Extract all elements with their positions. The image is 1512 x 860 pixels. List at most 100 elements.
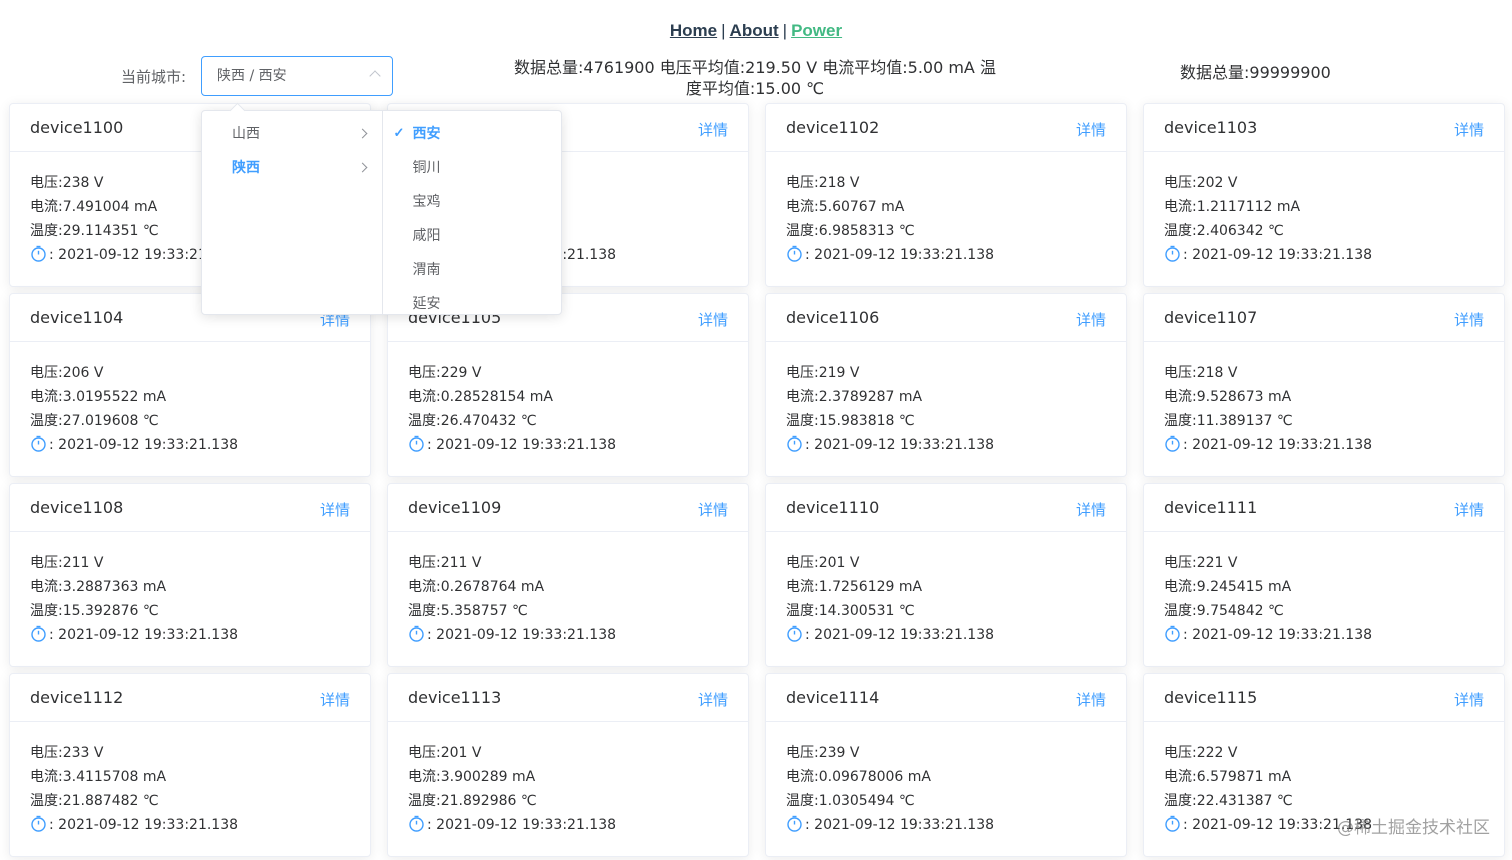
city-option-label: 咸阳	[412, 228, 441, 244]
city-option[interactable]: 延安	[383, 287, 562, 321]
time-separator: :	[1183, 247, 1188, 263]
current-row: 电流:5.60767 mA	[786, 195, 1106, 219]
detail-link[interactable]: 详情	[1454, 499, 1484, 520]
detail-link[interactable]: 详情	[320, 689, 350, 710]
card-header: device1108 详情	[10, 484, 370, 532]
detail-link[interactable]: 详情	[698, 119, 728, 140]
current-label: 电流:	[30, 579, 63, 595]
voltage-value: 239 V	[818, 745, 860, 761]
city-option-label: 铜川	[412, 160, 441, 176]
card-header: device1106 详情	[766, 294, 1126, 342]
stats-line-1: 数据总量:4761900 电压平均值:219.50 V 电流平均值:5.00 m…	[514, 58, 996, 77]
temperature-label: 温度:	[1164, 223, 1197, 239]
check-icon: ✓	[393, 126, 405, 141]
voltage-label: 电压:	[786, 365, 819, 381]
current-label: 电流:	[786, 579, 819, 595]
temperature-value: 5.358757 ℃	[440, 603, 528, 619]
temperature-row: 温度:21.892986 ℃	[408, 789, 728, 813]
detail-link[interactable]: 详情	[1076, 499, 1106, 520]
temperature-label: 温度:	[30, 603, 63, 619]
time-separator: :	[1183, 817, 1188, 833]
province-option[interactable]: 陕西	[202, 151, 382, 185]
voltage-label: 电压:	[1164, 555, 1197, 571]
temperature-value: 22.431387 ℃	[1196, 793, 1293, 809]
voltage-value: 211 V	[62, 555, 104, 571]
detail-link[interactable]: 详情	[1454, 689, 1484, 710]
device-name: device1110	[786, 498, 880, 517]
device-card: device1110 详情 电压:201 V 电流:1.7256129 mA 温度:14…	[765, 483, 1127, 667]
device-card: device1109 详情 电压:211 V 电流:0.2678764 mA 温度:5.…	[387, 483, 749, 667]
device-card: device1102 详情 电压:218 V 电流:5.60767 mA 温度:6.98…	[765, 103, 1127, 287]
current-label: 电流:	[1164, 579, 1197, 595]
card-header: device1110 详情	[766, 484, 1126, 532]
city-label: 当前城市:	[121, 68, 187, 86]
province-option[interactable]: 山西	[202, 117, 382, 151]
city-option[interactable]: 铜川	[383, 151, 562, 185]
voltage-value: 222 V	[1196, 745, 1238, 761]
city-option[interactable]: 宝鸡	[383, 185, 562, 219]
time-value: 2021-09-12 19:33:21.138	[814, 817, 995, 833]
device-name: device1104	[30, 308, 124, 327]
current-label: 电流:	[1164, 199, 1197, 215]
current-label: 电流:	[1164, 389, 1197, 405]
temperature-row: 温度:6.9858313 ℃	[786, 219, 1106, 243]
voltage-label: 电压:	[408, 745, 441, 761]
detail-link[interactable]: 详情	[1454, 309, 1484, 330]
time-row: : 2021-09-12 19:33:21.138	[408, 813, 728, 837]
card-body: 电压:219 V 电流:2.3789287 mA 温度:15.983818 ℃: 2…	[766, 342, 1126, 457]
time-value: 2021-09-12 19:33:21.138	[436, 437, 617, 453]
nav-home-link[interactable]: Home	[670, 21, 717, 40]
detail-link[interactable]: 详情	[1076, 689, 1106, 710]
temperature-label: 温度:	[30, 413, 63, 429]
voltage-label: 电压:	[30, 555, 63, 571]
detail-link[interactable]: 详情	[698, 309, 728, 330]
current-label: 电流:	[30, 199, 63, 215]
voltage-label: 电压:	[786, 745, 819, 761]
temperature-label: 温度:	[408, 793, 441, 809]
detail-link[interactable]: 详情	[1454, 119, 1484, 140]
detail-link[interactable]: 详情	[698, 499, 728, 520]
time-row: : 2021-09-12 19:33:21.138	[1164, 433, 1484, 457]
voltage-row: 电压:239 V	[786, 741, 1106, 765]
temperature-label: 温度:	[786, 223, 819, 239]
city-option[interactable]: 渭南	[383, 253, 562, 287]
device-card: device1103 详情 电压:202 V 电流:1.2117112 mA 温度:2.…	[1143, 103, 1505, 287]
detail-link[interactable]: 详情	[698, 689, 728, 710]
temperature-value: 27.019608 ℃	[62, 413, 159, 429]
time-row: : 2021-09-12 19:33:21.138	[1164, 623, 1484, 647]
stopwatch-icon	[1164, 435, 1181, 460]
nav-about-link[interactable]: About	[730, 21, 779, 40]
temperature-value: 29.114351 ℃	[62, 223, 159, 239]
device-card: device1113 详情 电压:201 V 电流:3.900289 mA 温度:21.…	[387, 673, 749, 857]
detail-link[interactable]: 详情	[1076, 119, 1106, 140]
voltage-row: 电压:206 V	[30, 361, 350, 385]
chevron-right-icon	[357, 162, 367, 173]
detail-link[interactable]: 详情	[1076, 309, 1106, 330]
current-label: 电流:	[30, 389, 63, 405]
current-row: 电流:9.528673 mA	[1164, 385, 1484, 409]
nav-power-link[interactable]: Power	[791, 21, 842, 40]
time-separator: :	[427, 627, 432, 643]
temperature-label: 温度:	[408, 603, 441, 619]
detail-link[interactable]: 详情	[320, 499, 350, 520]
voltage-label: 电压:	[786, 555, 819, 571]
province-menu: 山西陕西	[202, 111, 382, 314]
time-separator: :	[805, 627, 810, 643]
temperature-value: 9.754842 ℃	[1196, 603, 1284, 619]
time-row: : 2021-09-12 19:33:21.138	[786, 243, 1106, 267]
stopwatch-icon	[30, 625, 47, 650]
voltage-value: 201 V	[440, 745, 482, 761]
city-option[interactable]: 咸阳	[383, 219, 562, 253]
voltage-label: 电压:	[1164, 745, 1197, 761]
device-card: device1112 详情 电压:233 V 电流:3.4115708 mA 温度:21…	[9, 673, 371, 857]
province-option-label: 陕西	[232, 160, 260, 176]
temperature-value: 15.983818 ℃	[818, 413, 915, 429]
city-cascader[interactable]: 陕西 / 西安	[201, 56, 393, 96]
nav-separator: |	[782, 21, 788, 40]
time-separator: :	[49, 627, 54, 643]
temperature-value: 21.887482 ℃	[62, 793, 159, 809]
city-option[interactable]: ✓ 西安	[383, 117, 562, 151]
stopwatch-icon	[30, 435, 47, 460]
temperature-value: 26.470432 ℃	[440, 413, 537, 429]
device-card: device1107 详情 电压:218 V 电流:9.528673 mA 温度:11.…	[1143, 293, 1505, 477]
